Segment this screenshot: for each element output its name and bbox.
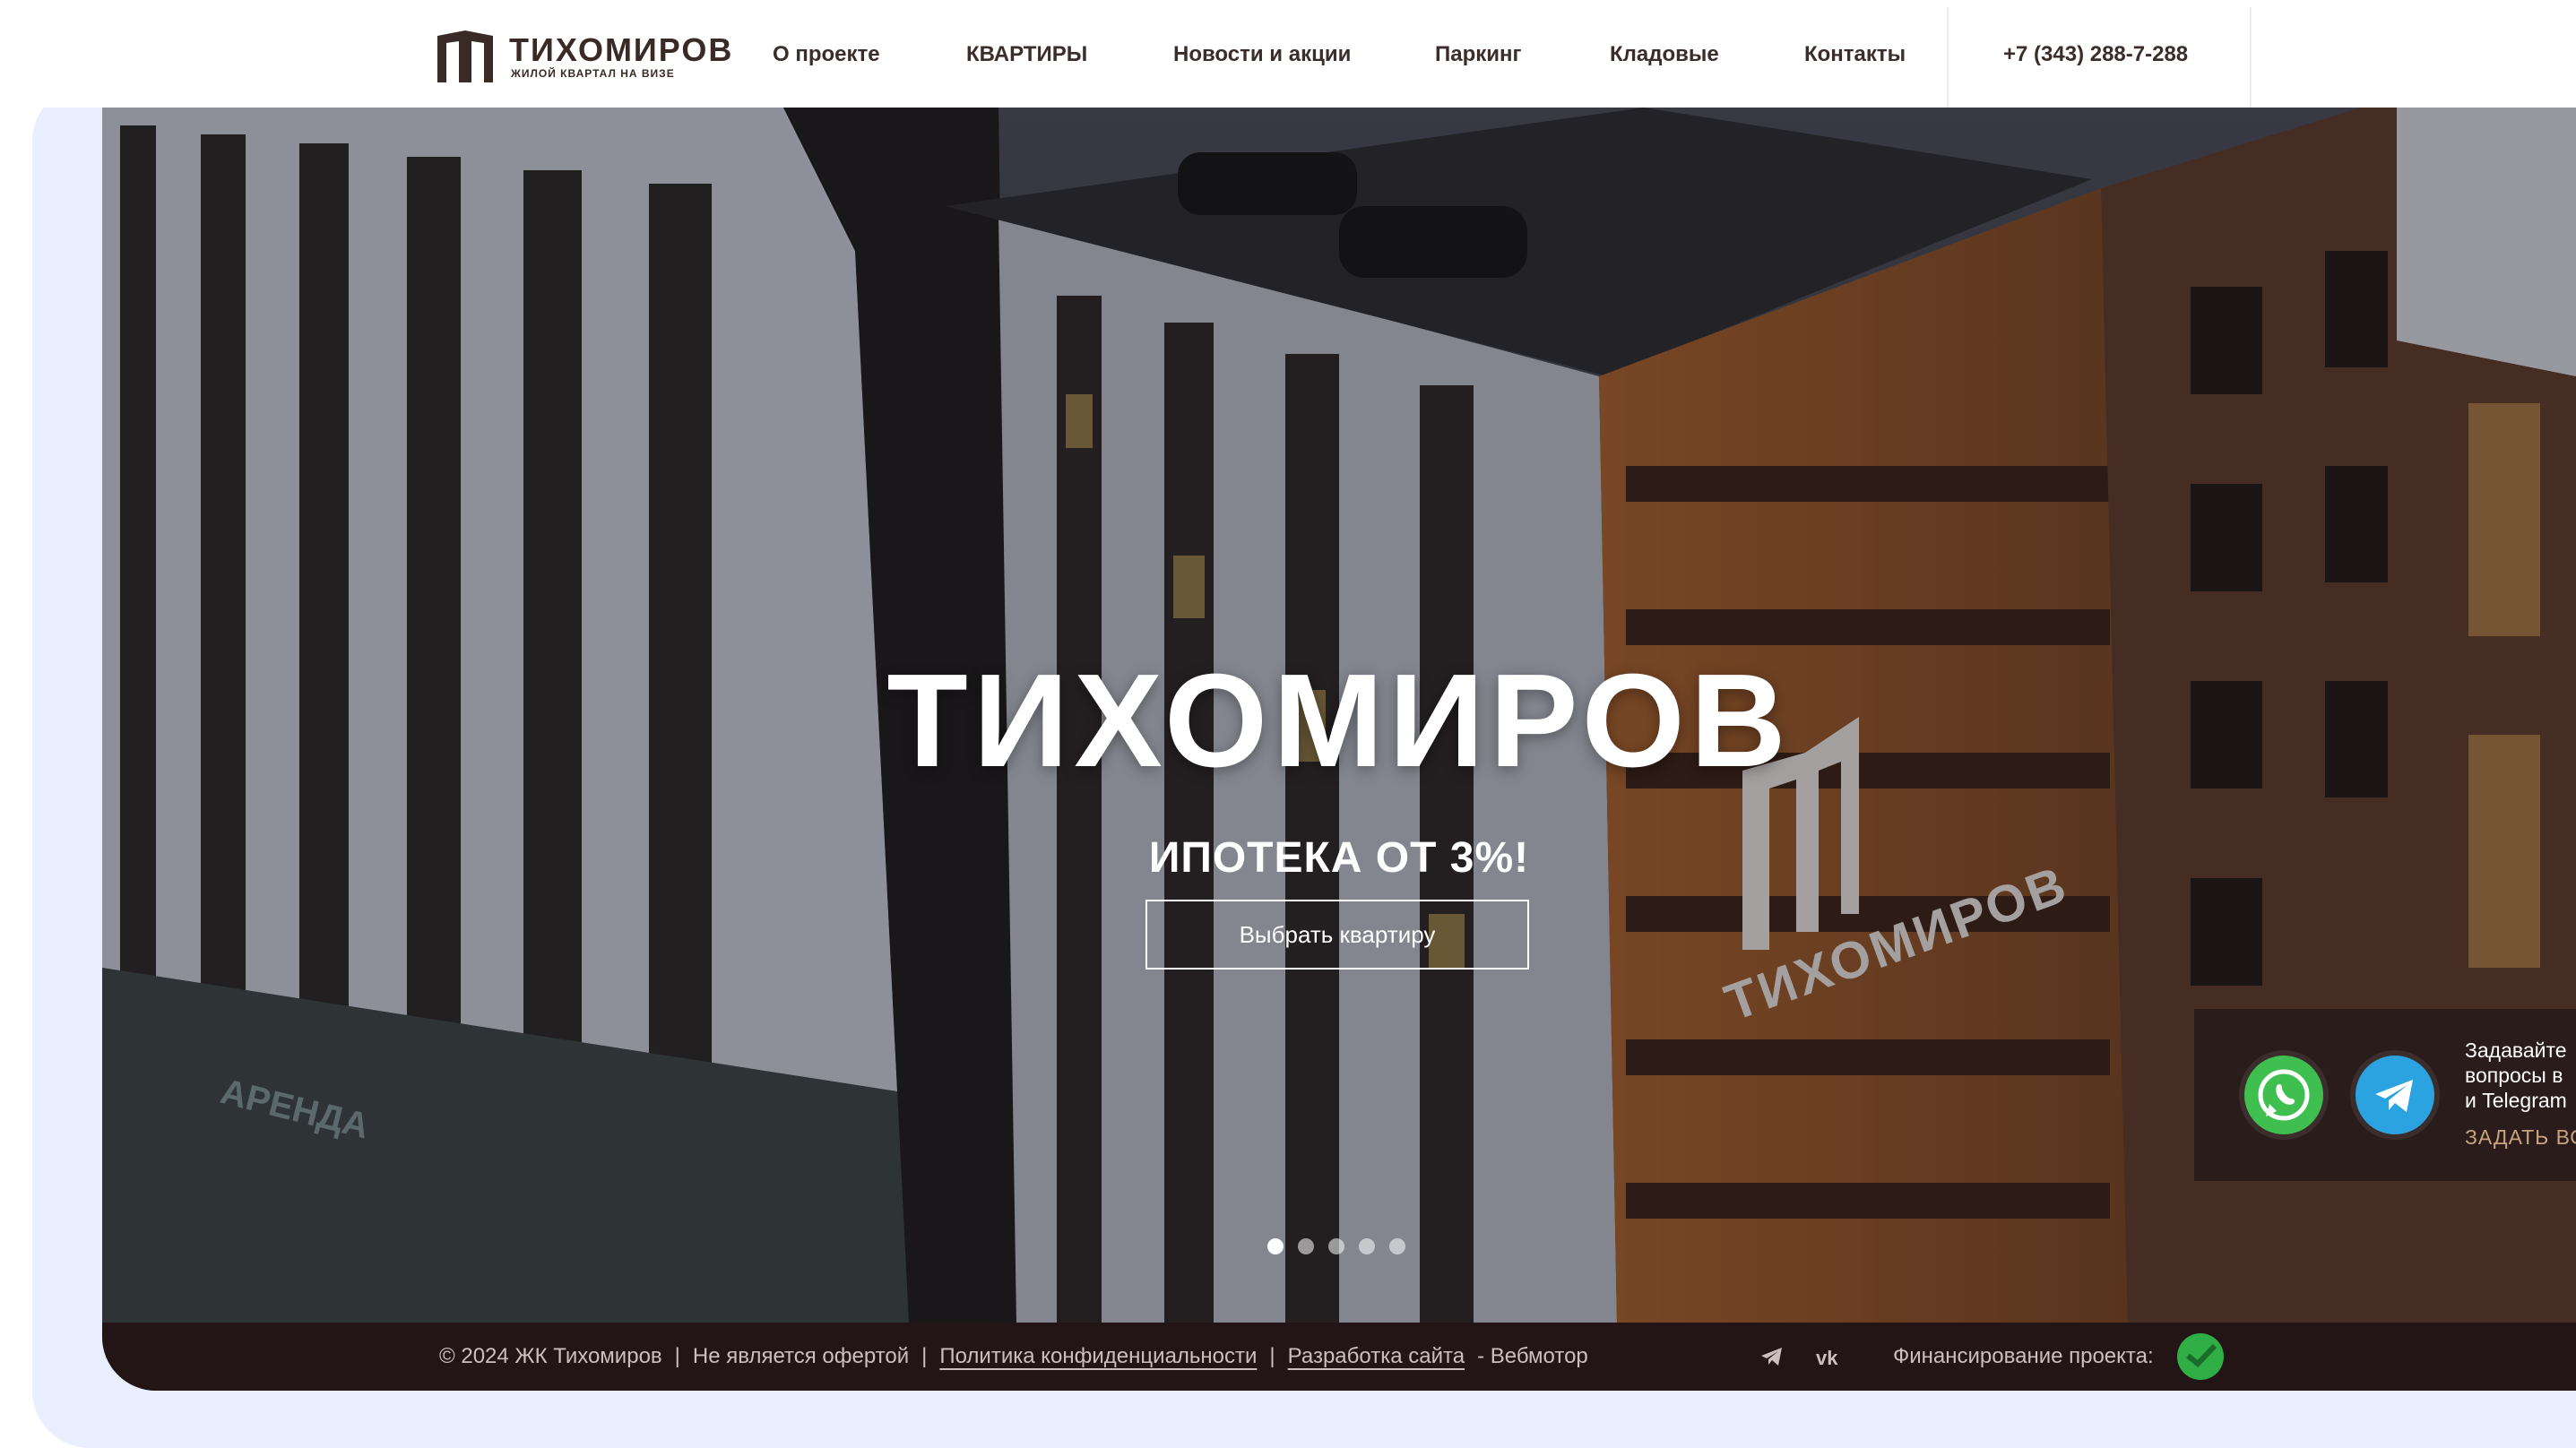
financing-label: Финансирование проекта:	[1893, 1344, 2154, 1368]
footer-separator: |	[921, 1344, 928, 1368]
slider-dot-4[interactable]	[1359, 1238, 1375, 1254]
header-phone-link[interactable]: +7 (343) 288-7-288	[2003, 41, 2188, 68]
nav-item-apartments[interactable]: КВАРТИРЫ	[966, 41, 1087, 68]
footer-not-offer: Не является офертой	[692, 1344, 910, 1368]
footer-copyright: © 2024 ЖК Тихомиров	[439, 1344, 662, 1368]
nav-divider	[2250, 7, 2252, 108]
nav-item-news[interactable]: Новости и акции	[1173, 41, 1351, 68]
sberbank-icon[interactable]	[2175, 1332, 2226, 1382]
logo-tagline: ЖИЛОЙ КВАРТАЛ НА ВИЗЕ	[511, 67, 675, 80]
hero-title: ТИХОМИРОВ	[886, 647, 1792, 795]
telegram-icon[interactable]	[2356, 1056, 2434, 1134]
slider-dots	[1267, 1238, 1405, 1254]
messenger-prompt: Задавайте вопросы в и Telegram	[2465, 1039, 2567, 1112]
footer-financing: Финансирование проекта:	[1893, 1323, 2226, 1391]
footer-separator: |	[1269, 1344, 1275, 1368]
privacy-policy-link[interactable]: Политика конфиденциальности	[939, 1344, 1257, 1369]
footer-separator: |	[674, 1344, 680, 1368]
whatsapp-icon[interactable]	[2244, 1056, 2323, 1134]
telegram-icon[interactable]	[1760, 1347, 1784, 1366]
logo-mark-icon	[437, 30, 493, 82]
footer-developer-name: - Вебмотор	[1477, 1344, 1588, 1368]
site-logo[interactable]: ТИХОМИРОВ ЖИЛОЙ КВАРТАЛ НА ВИЗЕ	[436, 25, 733, 88]
messenger-widget: Задавайте вопросы в и Telegram ЗАДАТЬ ВО	[2194, 1009, 2576, 1181]
hero-subtitle: ИПОТЕКА ОТ 3%!	[1148, 834, 1530, 882]
vk-icon[interactable]: vk	[1816, 1347, 1848, 1366]
logo-title: ТИХОМИРОВ	[509, 31, 734, 68]
site-header: ТИХОМИРОВ ЖИЛОЙ КВАРТАЛ НА ВИЗЕ О проект…	[0, 0, 2576, 108]
footer-social: vk	[1760, 1323, 1848, 1391]
site-development-link[interactable]: Разработка сайта	[1288, 1344, 1465, 1369]
ask-question-link[interactable]: ЗАДАТЬ ВО	[2465, 1125, 2576, 1150]
slider-dot-1[interactable]	[1267, 1238, 1284, 1254]
nav-item-storage[interactable]: Кладовые	[1610, 41, 1719, 68]
slider-dot-3[interactable]	[1328, 1238, 1344, 1254]
hero-slider: ТИХОМИРОВ АРЕНДА ТИХОМИРОВ ИПОТЕКА ОТ 3%…	[102, 108, 2576, 1391]
svg-text:vk: vk	[1816, 1347, 1838, 1366]
nav-item-parking[interactable]: Паркинг	[1435, 41, 1522, 68]
nav-item-contacts[interactable]: Контакты	[1804, 41, 1906, 68]
nav-item-about[interactable]: О проекте	[773, 41, 880, 68]
choose-apartment-button[interactable]: Выбрать квартиру	[1145, 900, 1529, 970]
slider-dot-5[interactable]	[1389, 1238, 1405, 1254]
nav-divider	[1947, 7, 1949, 108]
slider-dot-2[interactable]	[1298, 1238, 1314, 1254]
